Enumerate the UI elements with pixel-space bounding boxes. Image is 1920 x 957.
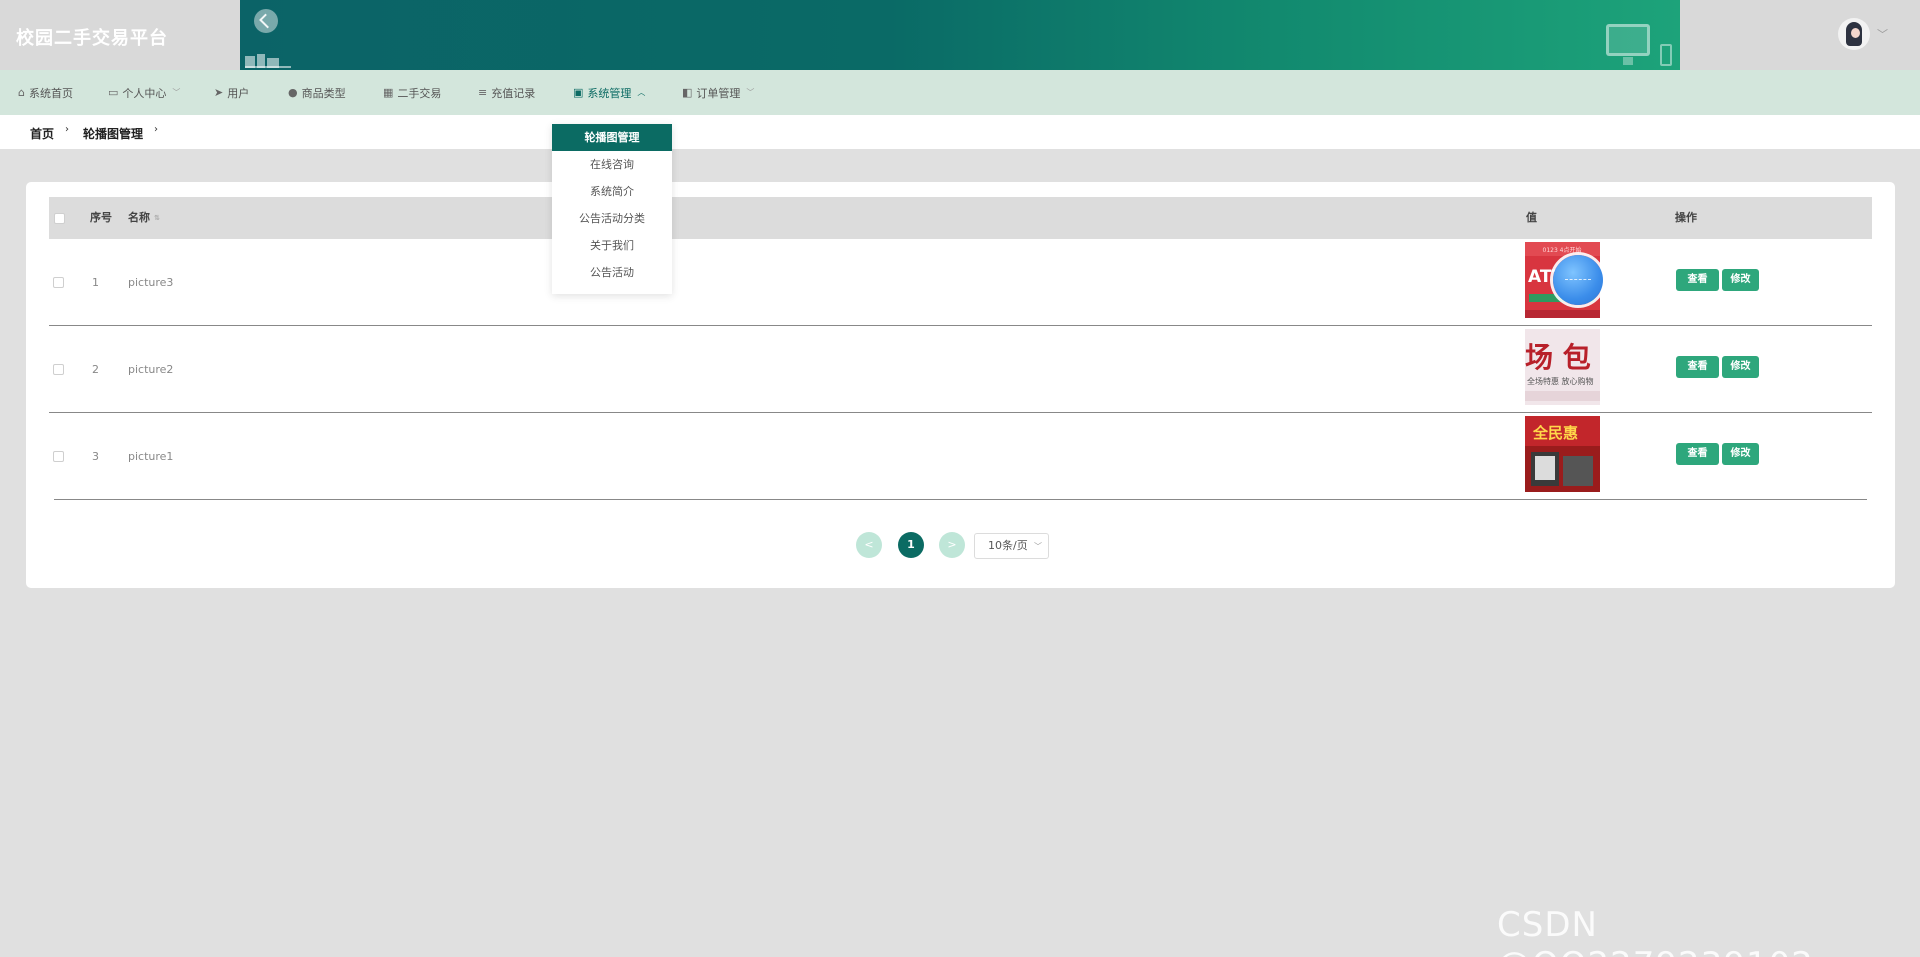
system-management-dropdown: 轮播图管理 在线咨询 系统简介 公告活动分类 关于我们 公告活动 — [552, 124, 672, 294]
nav-item-system[interactable]: ▣ 系统管理 ︿ — [573, 70, 645, 115]
row-checkbox[interactable] — [53, 277, 64, 288]
row-checkbox[interactable] — [53, 364, 64, 375]
svg-text:全民惠: 全民惠 — [1532, 424, 1578, 442]
user-avatar[interactable] — [1838, 18, 1870, 50]
breadcrumb-current: 轮播图管理 — [83, 127, 144, 141]
breadcrumb-home[interactable]: 首页 — [30, 125, 54, 142]
nav-label: 个人中心 — [122, 86, 167, 100]
nav-label: 用户 — [227, 86, 250, 100]
page-size-value: 10条/页 — [988, 539, 1028, 552]
svg-text:0123 4点开始: 0123 4点开始 — [1543, 246, 1582, 254]
chevron-down-icon: ﹀ — [1034, 542, 1042, 551]
clipboard-icon: ▣ — [573, 86, 584, 99]
breadcrumb: 首页 › 轮播图管理 › — [0, 115, 1920, 149]
page-size-select[interactable]: 10条/页 ﹀ — [974, 533, 1049, 559]
page-number-current[interactable]: 1 — [898, 532, 924, 558]
nav-label: 订单管理 — [696, 86, 741, 100]
table-row: 2 picture2 场 包 全场特惠 放心购物 查看 修改 — [49, 326, 1872, 413]
books-illustration — [245, 52, 291, 68]
nav-label: 系统管理 — [587, 86, 632, 100]
nav-item-personal-center[interactable]: ▭ 个人中心 ﹀ — [108, 70, 180, 115]
table-row: 3 picture1 全民惠 查看 修改 — [53, 413, 1867, 500]
grid-icon: ▦ — [383, 86, 394, 99]
app-title: 校园二手交易平台 — [16, 28, 168, 49]
row-index: 3 — [92, 450, 99, 463]
top-header: 校园二手交易平台 ﹀ — [0, 0, 1920, 70]
chevron-right-icon: › — [154, 124, 158, 135]
truck-icon: ◧ — [682, 86, 693, 99]
prev-page-button[interactable]: < — [856, 532, 882, 558]
user-icon: ● — [288, 86, 298, 99]
view-button[interactable]: 查看 — [1676, 443, 1719, 465]
header-index: 序号 — [90, 211, 112, 224]
monitor-illustration — [1606, 24, 1650, 65]
nav-item-users[interactable]: ➤ 用户 — [214, 70, 249, 115]
nav-label: 充值记录 — [491, 86, 536, 100]
back-circle-icon — [254, 9, 278, 33]
edit-button[interactable]: 修改 — [1722, 356, 1759, 378]
carousel-image[interactable]: 场 包 全场特惠 放心购物 — [1525, 329, 1600, 405]
row-index: 2 — [92, 363, 99, 376]
nav-item-product-types[interactable]: ● 商品类型 — [288, 70, 346, 115]
menu-item-about-us[interactable]: 关于我们 — [552, 232, 672, 259]
nav-item-secondhand[interactable]: ▦ 二手交易 — [383, 70, 441, 115]
nav-label: 系统首页 — [28, 86, 73, 100]
view-button[interactable]: 查看 — [1676, 269, 1719, 291]
row-checkbox[interactable] — [53, 451, 64, 462]
row-name: picture3 — [128, 276, 174, 289]
menu-item-notice-category[interactable]: 公告活动分类 — [552, 205, 672, 232]
chevron-down-icon: ﹀ — [172, 88, 181, 97]
table-header: 序号 名称 ⇅ 值 操作 — [49, 197, 1872, 239]
select-all-checkbox[interactable] — [54, 213, 65, 224]
svg-text:场 包: 场 包 — [1525, 341, 1591, 374]
chevron-down-icon[interactable]: ﹀ — [1877, 26, 1888, 42]
menu-item-system-intro[interactable]: 系统简介 — [552, 178, 672, 205]
nav-item-home[interactable]: ⌂ 系统首页 — [18, 70, 73, 115]
content-card: 序号 名称⇅ 值 操作 1 picture3 0123 4点开始 ATTE 全球… — [26, 182, 1895, 588]
header-value: 值 — [1526, 211, 1537, 224]
list-icon: ≡ — [478, 86, 488, 99]
send-icon: ➤ — [214, 86, 224, 99]
edit-button[interactable]: 修改 — [1722, 269, 1759, 291]
row-name: picture2 — [128, 363, 174, 376]
header-actions: 操作 — [1675, 211, 1697, 224]
chevron-right-icon: › — [65, 124, 69, 135]
home-icon: ⌂ — [18, 86, 25, 99]
svg-text:全场特惠 放心购物: 全场特惠 放心购物 — [1527, 376, 1594, 386]
header-banner — [240, 0, 1680, 70]
chevron-down-icon: ﹀ — [746, 88, 755, 97]
header-name-label: 名称 — [128, 211, 150, 224]
phone-illustration — [1660, 44, 1672, 66]
menu-item-online-consult[interactable]: 在线咨询 — [552, 151, 672, 178]
next-page-button[interactable]: > — [939, 532, 965, 558]
floating-assistant-icon[interactable] — [1553, 255, 1603, 305]
row-index: 1 — [92, 276, 99, 289]
sort-icon[interactable]: ⇅ — [154, 214, 160, 222]
header-name[interactable]: 名称 ⇅ — [128, 197, 160, 239]
menu-item-notices[interactable]: 公告活动 — [552, 259, 672, 286]
watermark: CSDN @QQ2279239102 — [1497, 905, 1813, 957]
edit-button[interactable]: 修改 — [1722, 443, 1759, 465]
nav-label: 二手交易 — [397, 86, 442, 100]
main-nav: ⌂ 系统首页 ▭ 个人中心 ﹀ ➤ 用户 ● 商品类型 ▦ 二手交易 ≡ 充值记… — [0, 70, 1920, 115]
chevron-up-icon: ︿ — [637, 88, 646, 97]
nav-item-orders[interactable]: ◧ 订单管理 ﹀ — [682, 70, 754, 115]
menu-item-carousel[interactable]: 轮播图管理 — [552, 124, 672, 151]
nav-item-recharge[interactable]: ≡ 充值记录 — [478, 70, 535, 115]
nav-label: 商品类型 — [301, 86, 346, 100]
carousel-image[interactable]: 全民惠 — [1525, 416, 1600, 492]
row-name: picture1 — [128, 450, 174, 463]
window-icon: ▭ — [108, 86, 119, 99]
view-button[interactable]: 查看 — [1676, 356, 1719, 378]
